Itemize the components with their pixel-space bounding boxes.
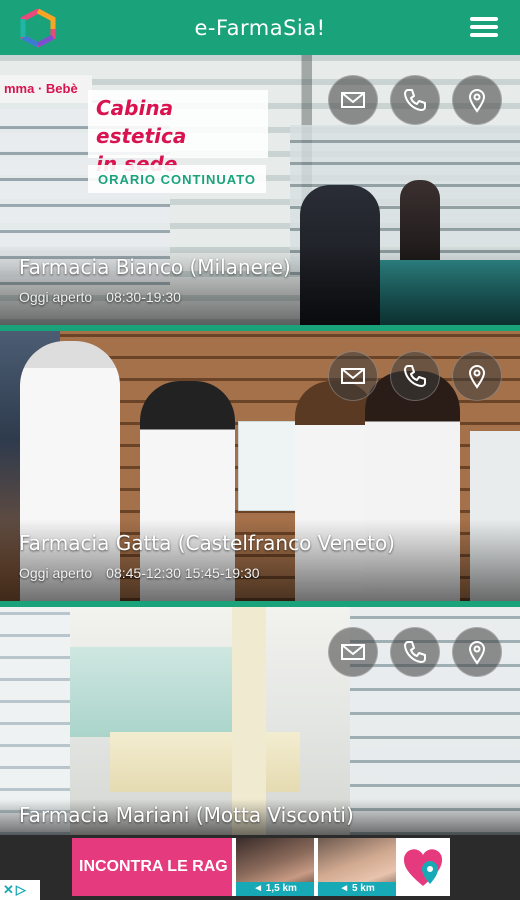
promo-banner: ORARIO CONTINUATO <box>88 165 266 193</box>
ad-banner: INCONTRA LE RAG ◄ 1,5 km ◄ 5 km <box>0 835 520 900</box>
hexagon-logo-icon <box>20 9 56 47</box>
card-actions <box>328 351 502 401</box>
ad-close-button[interactable]: ✕ ▷ <box>0 880 40 900</box>
ad-distance: ◄ 1,5 km <box>236 882 314 896</box>
opening-hours: Oggi aperto 08:30-19:30 <box>19 289 501 305</box>
card-actions <box>328 75 502 125</box>
card-info: Farmacia Mariani (Motta Visconti) <box>0 799 520 835</box>
pharmacy-name: Farmacia Mariani (Motta Visconti) <box>19 803 354 827</box>
store-sign-text: mma · Bebè <box>0 75 92 103</box>
pharmacy-name: Farmacia Bianco (Milanere) <box>19 255 291 279</box>
ad-content[interactable]: INCONTRA LE RAG ◄ 1,5 km ◄ 5 km <box>72 838 450 896</box>
email-button[interactable] <box>328 351 378 401</box>
ad-text: INCONTRA LE RAG <box>72 838 232 896</box>
map-button[interactable] <box>452 351 502 401</box>
card-actions <box>328 627 502 677</box>
map-pin-icon <box>468 365 486 389</box>
open-status: Oggi aperto <box>19 565 93 581</box>
envelope-icon <box>341 368 365 384</box>
app-screen: e-FarmaSia! mma · Bebè Cabina estetica i… <box>0 0 520 900</box>
open-status: Oggi aperto <box>19 289 93 305</box>
envelope-icon <box>341 644 365 660</box>
hours-value: 08:45-12:30 15:45-19:30 <box>106 565 260 581</box>
pharmacy-card[interactable]: Farmacia Mariani (Motta Visconti) <box>0 607 520 835</box>
map-button[interactable] <box>452 75 502 125</box>
ad-distance: ◄ 5 km <box>318 882 396 896</box>
card-info: Farmacia Gatta (Castelfranco Veneto) Ogg… <box>0 519 520 601</box>
card-info: Farmacia Bianco (Milanere) Oggi aperto 08… <box>0 245 520 325</box>
ad-photo: ◄ 1,5 km <box>236 838 314 896</box>
pharmacy-name: Farmacia Gatta (Castelfranco Veneto) <box>19 531 395 555</box>
app-title: e-FarmaSia! <box>194 15 326 40</box>
heart-pin-icon <box>403 849 443 886</box>
close-icon[interactable]: ✕ <box>3 882 14 898</box>
call-button[interactable] <box>390 75 440 125</box>
phone-icon <box>404 365 426 387</box>
ad-info-icon[interactable]: ▷ <box>16 882 26 898</box>
map-pin-icon <box>468 89 486 113</box>
app-header: e-FarmaSia! <box>0 0 520 55</box>
envelope-icon <box>341 92 365 108</box>
promo-line-1: Cabina estetica <box>96 96 187 148</box>
email-button[interactable] <box>328 75 378 125</box>
phone-icon <box>404 89 426 111</box>
opening-hours: Oggi aperto 08:45-12:30 15:45-19:30 <box>19 565 501 581</box>
ad-logo <box>396 838 450 896</box>
ad-photo: ◄ 5 km <box>318 838 396 896</box>
phone-icon <box>404 641 426 663</box>
email-button[interactable] <box>328 627 378 677</box>
call-button[interactable] <box>390 351 440 401</box>
hours-value: 08:30-19:30 <box>106 289 181 305</box>
map-pin-icon <box>468 641 486 665</box>
pharmacy-card[interactable]: Farmacia Gatta (Castelfranco Veneto) Ogg… <box>0 331 520 601</box>
call-button[interactable] <box>390 627 440 677</box>
hamburger-menu-icon[interactable] <box>470 17 498 37</box>
pharmacy-card[interactable]: mma · Bebè Cabina estetica in sede ORARI… <box>0 55 520 325</box>
promo-box: Cabina estetica in sede <box>88 90 268 176</box>
map-button[interactable] <box>452 627 502 677</box>
